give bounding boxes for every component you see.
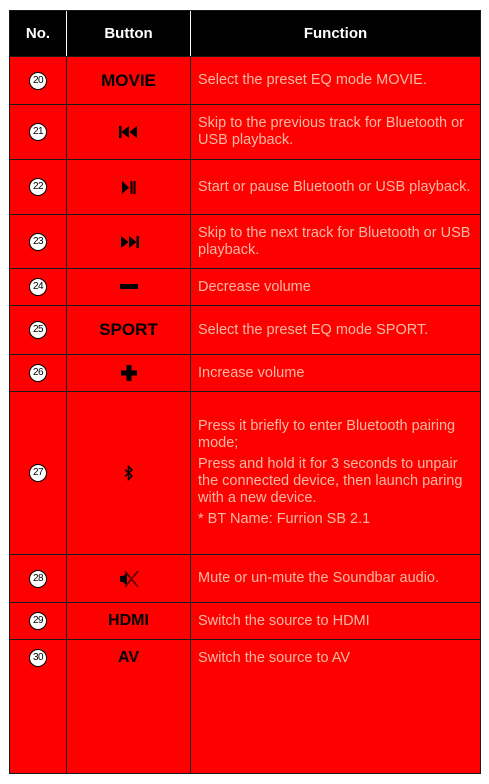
function-cell: Select the preset EQ mode MOVIE. xyxy=(191,57,477,104)
button-cell xyxy=(67,355,190,391)
button-function-table: No. Button Function 20 MOVIE Select the … xyxy=(9,10,481,774)
bluetooth-icon xyxy=(123,465,133,481)
function-note: * BT Name: Furrion SB 2.1 xyxy=(198,511,371,527)
function-cell: Skip to the next track for Bluetooth or … xyxy=(191,215,477,268)
table-row: 26 Increase volume xyxy=(10,354,480,391)
av-label: AV xyxy=(117,649,140,666)
table-row: 28 Mute or un-mute the Soundbar audio. xyxy=(10,554,480,602)
function-text: Increase volume xyxy=(198,364,305,381)
table-row: 21 Skip to the previous track for Blueto… xyxy=(10,104,480,159)
row-number: 20 xyxy=(29,71,47,90)
function-cell: Switch the source to AV xyxy=(191,640,477,676)
row-number: 30 xyxy=(29,649,47,667)
row-number: 27 xyxy=(29,464,47,482)
row-number: 26 xyxy=(29,364,47,382)
row-number-cell: 23 xyxy=(10,215,66,268)
function-cell: Switch the source to HDMI xyxy=(191,603,477,639)
play-pause-icon xyxy=(121,180,135,194)
button-cell: AV xyxy=(67,640,190,676)
row-number-cell: 27 xyxy=(10,392,66,554)
function-text: Press and hold it for 3 seconds to unpai… xyxy=(198,456,463,506)
function-text: Press it briefly to enter Bluetooth pair… xyxy=(198,418,456,451)
button-cell: HDMI xyxy=(67,603,190,639)
row-number-cell: 28 xyxy=(10,555,66,602)
function-text: Start or pause Bluetooth or USB playback… xyxy=(198,178,471,195)
row-number-cell: 21 xyxy=(10,105,66,159)
row-number-cell: 29 xyxy=(10,603,66,639)
row-number: 25 xyxy=(29,321,47,339)
header-function: Function xyxy=(303,25,368,42)
header-no: No. xyxy=(25,25,51,42)
button-cell: MOVIE xyxy=(67,57,190,104)
function-text: Skip to the next track for Bluetooth or … xyxy=(198,224,471,258)
function-text: Select the preset EQ mode SPORT. xyxy=(198,321,429,338)
minus-icon xyxy=(119,284,138,289)
previous-track-icon xyxy=(118,126,137,138)
row-number-cell: 20 xyxy=(10,57,66,104)
function-cell: Press it briefly to enter Bluetooth pair… xyxy=(191,392,477,554)
function-text: Mute or un-mute the Soundbar audio. xyxy=(198,570,440,586)
row-number-cell: 25 xyxy=(10,306,66,354)
button-cell xyxy=(67,105,190,159)
function-text: Switch the source to HDMI xyxy=(198,612,370,629)
row-number-cell: 22 xyxy=(10,160,66,214)
table-header: No. Button Function xyxy=(10,11,480,56)
movie-label: MOVIE xyxy=(101,70,156,90)
row-number: 29 xyxy=(29,612,47,630)
function-text: Decrease volume xyxy=(198,278,311,295)
sport-label: SPORT xyxy=(99,320,158,339)
table-row: 25 SPORT Select the preset EQ mode SPORT… xyxy=(10,305,480,354)
row-number: 23 xyxy=(29,232,47,251)
button-cell xyxy=(67,555,190,602)
row-number-cell: 26 xyxy=(10,355,66,391)
function-text: Switch the source to AV xyxy=(198,649,351,666)
table-row: 29 HDMI Switch the source to HDMI xyxy=(10,602,480,639)
row-number: 24 xyxy=(29,278,47,296)
table-row: 30 AV Switch the source to AV xyxy=(10,639,480,773)
function-cell: Mute or un-mute the Soundbar audio. xyxy=(191,555,477,602)
button-cell xyxy=(67,215,190,268)
button-cell xyxy=(67,269,190,305)
row-number: 21 xyxy=(29,123,47,141)
table-row: 22 Start or pause Bluetooth or USB playb… xyxy=(10,159,480,214)
row-number: 22 xyxy=(29,178,47,196)
row-number: 28 xyxy=(29,569,47,588)
button-cell xyxy=(67,160,190,214)
table-row: 23 Skip to the next track for Bluetooth … xyxy=(10,214,480,268)
table-row: 27 Press it briefly to enter Bluetooth p… xyxy=(10,391,480,554)
function-cell: Increase volume xyxy=(191,355,477,391)
table-row: 24 Decrease volume xyxy=(10,268,480,305)
function-text: Skip to the previous track for Bluetooth… xyxy=(198,115,464,148)
function-cell: Start or pause Bluetooth or USB playback… xyxy=(191,160,477,214)
table-row: 20 MOVIE Select the preset EQ mode MOVIE… xyxy=(10,56,480,104)
function-cell: Skip to the previous track for Bluetooth… xyxy=(191,105,477,159)
hdmi-label: HDMI xyxy=(108,612,149,629)
next-track-icon xyxy=(120,235,139,248)
row-number-cell: 30 xyxy=(10,640,66,676)
button-cell xyxy=(67,392,190,554)
function-text: Select the preset EQ mode MOVIE. xyxy=(198,72,427,88)
function-cell: Select the preset EQ mode SPORT. xyxy=(191,306,477,354)
button-cell: SPORT xyxy=(67,306,190,354)
mute-icon xyxy=(119,570,139,587)
header-button: Button xyxy=(104,25,153,42)
function-cell: Decrease volume xyxy=(191,269,477,305)
plus-icon xyxy=(120,365,137,381)
row-number-cell: 24 xyxy=(10,269,66,305)
